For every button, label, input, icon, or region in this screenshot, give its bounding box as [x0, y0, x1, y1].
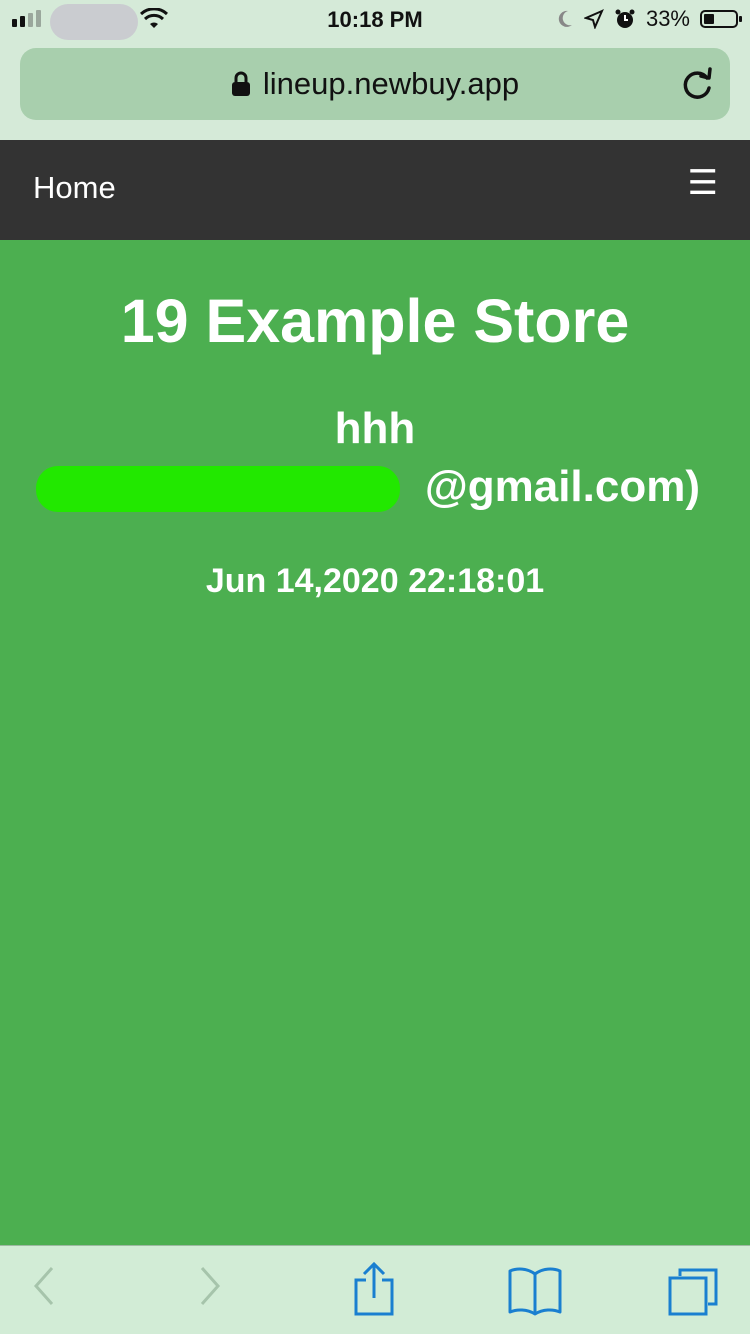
tabs-icon[interactable]: [666, 1266, 720, 1316]
back-icon[interactable]: [32, 1266, 56, 1306]
customer-name: hhh: [334, 404, 416, 453]
nav-home-link[interactable]: Home: [33, 170, 116, 206]
forward-icon[interactable]: [198, 1266, 222, 1306]
battery-percent: 33%: [645, 6, 690, 31]
bookmarks-icon[interactable]: [507, 1266, 563, 1316]
address-bar[interactable]: lineup.newbuy.app: [20, 48, 730, 120]
status-bar: 10:18 PM 33%: [0, 0, 750, 40]
browser-chrome: 10:18 PM 33% lineup.newbuy.app: [0, 0, 750, 140]
location-icon: [583, 9, 604, 29]
alarm-icon: [615, 9, 635, 28]
timestamp: Jun 14,2020 22:18:01: [205, 562, 545, 600]
url-display[interactable]: lineup.newbuy.app: [20, 66, 730, 102]
top-navbar: Home ☰: [0, 140, 750, 240]
reload-icon[interactable]: [680, 66, 714, 102]
store-title: 19 Example Store: [120, 287, 630, 355]
lock-icon: [231, 71, 250, 96]
email-redaction: [36, 466, 400, 512]
hamburger-menu-icon[interactable]: ☰: [688, 166, 718, 200]
status-icons: 33%: [556, 6, 742, 32]
moon-icon: [558, 10, 572, 27]
share-icon[interactable]: [352, 1262, 396, 1316]
battery-icon: [700, 10, 742, 28]
url-text: lineup.newbuy.app: [262, 66, 520, 101]
browser-toolbar: [0, 1245, 750, 1334]
